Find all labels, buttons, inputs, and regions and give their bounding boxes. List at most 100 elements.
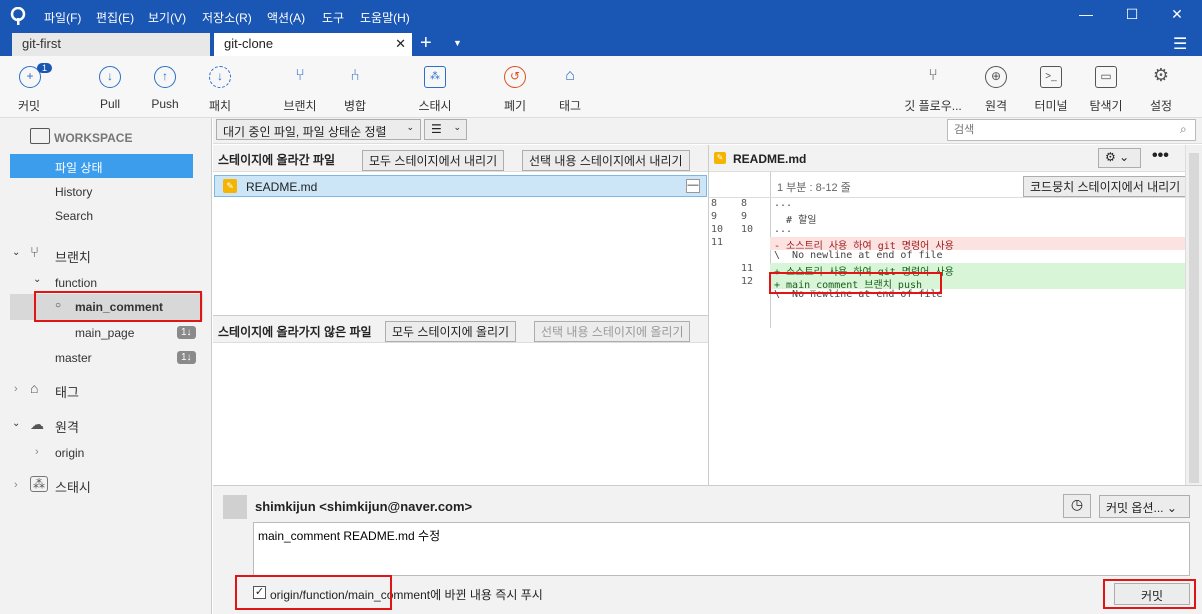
fetch-label: 패치 xyxy=(208,99,232,113)
sidebar-item-search[interactable]: Search xyxy=(55,209,93,223)
fetch-button[interactable]: ↓ 패치 xyxy=(195,66,245,114)
unstage-selected-button[interactable]: 선택 내용 스테이지에서 내리기 xyxy=(522,150,690,171)
sidebar-item-history[interactable]: History xyxy=(55,185,92,199)
diff-new-line-number: 9 xyxy=(741,211,748,222)
menu-view[interactable]: 보기(V) xyxy=(148,9,186,26)
stash-icon: ⁂ xyxy=(424,66,446,88)
tab-bar: git-first git-clone ✕ + ▼ ☰ xyxy=(0,32,1202,56)
tab-dropdown-icon[interactable]: ▼ xyxy=(453,38,462,48)
minimize-icon[interactable]: — xyxy=(1076,6,1096,26)
sidebar-item-master[interactable]: master xyxy=(55,351,92,365)
sidebar-item-main-page[interactable]: main_page xyxy=(75,326,134,340)
fetch-icon: ↓ xyxy=(209,66,231,88)
chevron-right-icon[interactable]: › xyxy=(35,446,39,458)
staged-file-row[interactable]: ✎ README.md — xyxy=(214,175,707,197)
settings-button[interactable]: ⚙ 설정 xyxy=(1136,66,1186,114)
branch-icon: ⑂ xyxy=(30,244,40,261)
sidebar-folder-function[interactable]: function xyxy=(55,276,97,290)
diff-old-line-number: 10 xyxy=(711,224,724,235)
chevron-down-icon[interactable]: ⌄ xyxy=(33,274,41,285)
menu-help[interactable]: 도움말(H) xyxy=(360,9,410,26)
sort-dropdown-label: 대기 중인 파일, 파일 상태순 정렬 xyxy=(223,125,387,139)
more-options-icon[interactable]: ••• xyxy=(1152,147,1169,165)
unstage-hunk-button[interactable]: 코드뭉치 스테이지에서 내리기 xyxy=(1023,176,1188,197)
tag-button[interactable]: ⌂ 태그 xyxy=(545,66,595,114)
sort-dropdown[interactable]: 대기 중인 파일, 파일 상태순 정렬 ⌄ xyxy=(216,119,421,140)
menu-repository[interactable]: 저장소(R) xyxy=(202,9,252,26)
unstage-file-button[interactable]: — xyxy=(686,179,700,193)
sidebar-item-origin[interactable]: origin xyxy=(55,446,84,460)
terminal-button[interactable]: >_ 터미널 xyxy=(1026,66,1076,114)
behind-count-badge: 1↓ xyxy=(177,326,196,339)
stage-selected-button: 선택 내용 스테이지에 올리기 xyxy=(534,321,691,342)
sidebar-branches-header[interactable]: 브랜치 xyxy=(55,247,91,266)
commit-message-input[interactable]: main_comment README.md 수정 xyxy=(253,522,1190,576)
unstaged-header: 스테이지에 올라가지 않은 파일 모두 스테이지에 올리기 선택 내용 스테이지… xyxy=(213,315,708,343)
search-input[interactable] xyxy=(947,119,1196,141)
push-icon: ↑ xyxy=(154,66,176,88)
menu-edit[interactable]: 편집(E) xyxy=(96,9,134,26)
explorer-button[interactable]: ▭ 탐색기 xyxy=(1081,66,1131,114)
chevron-right-icon[interactable]: › xyxy=(14,383,18,395)
chevron-down-icon[interactable]: ⌄ xyxy=(12,247,20,258)
diff-new-line-number: 12 xyxy=(741,276,754,287)
tab-git-clone[interactable]: git-clone ✕ xyxy=(214,33,412,56)
discard-button[interactable]: ↺ 폐기 xyxy=(490,66,540,114)
sidebar-tags-header[interactable]: 태그 xyxy=(55,382,79,401)
commit-author: shimkijun <shimkijun@naver.com> xyxy=(255,499,473,514)
gitflow-button[interactable]: ⑂ 깃 플로우... xyxy=(900,66,966,114)
diff-line-ctx[interactable]: # 할일 xyxy=(770,211,1185,226)
terminal-icon: >_ xyxy=(1040,66,1062,88)
tab-git-first[interactable]: git-first xyxy=(12,33,210,56)
pull-button[interactable]: ↓ Pull xyxy=(85,66,135,111)
pull-icon: ↓ xyxy=(99,66,121,88)
sidebar-remotes-header[interactable]: 원격 xyxy=(55,417,79,436)
diff-file-name: README.md xyxy=(733,152,807,166)
sidebar-item-file-status[interactable]: 파일 상태 xyxy=(10,154,193,178)
discard-icon: ↺ xyxy=(504,66,526,88)
sidebar-stashes-header[interactable]: 스태시 xyxy=(55,477,91,496)
commit-options-dropdown[interactable]: 커밋 옵션... ⌄ xyxy=(1099,495,1190,518)
chevron-right-icon[interactable]: › xyxy=(14,479,18,491)
unstage-all-button[interactable]: 모두 스테이지에서 내리기 xyxy=(362,150,505,171)
diff-new-line-number: 10 xyxy=(741,224,754,235)
highlight-box xyxy=(1103,579,1196,609)
view-mode-dropdown[interactable]: ☰ ⌄ xyxy=(424,119,467,140)
diff-line-del[interactable]: - 소스트리 사용 하여 git 명령어 사용 xyxy=(770,237,1185,252)
remote-button[interactable]: ⊕ 원격 xyxy=(971,66,1021,114)
menu-tools[interactable]: 도구 xyxy=(322,9,344,26)
highlight-box xyxy=(769,272,942,294)
vertical-scrollbar[interactable] xyxy=(1185,145,1202,485)
diff-options-dropdown[interactable]: ⚙ ⌄ xyxy=(1098,148,1141,168)
close-icon[interactable]: ✕ xyxy=(1167,6,1187,26)
history-clock-icon[interactable]: ◷ xyxy=(1063,494,1091,518)
maximize-icon[interactable]: ☐ xyxy=(1122,6,1142,26)
commit-toolbar-button[interactable]: + 1 커밋 xyxy=(5,63,55,114)
diff-line-ctx[interactable]: \ No newline at end of file xyxy=(770,250,1185,263)
cloud-icon: ☁ xyxy=(30,416,44,432)
tab-close-icon[interactable]: ✕ xyxy=(395,36,406,52)
scrollbar-thumb[interactable] xyxy=(1189,153,1199,483)
stash-icon: ⁂ xyxy=(30,476,48,492)
commit-label: 커밋 xyxy=(18,99,41,113)
stash-button[interactable]: ⁂ 스태시 xyxy=(410,66,460,114)
sidebar: WORKSPACE 파일 상태 History Search ⌄ ⑂ 브랜치 ⌄… xyxy=(0,118,212,614)
settings-label: 설정 xyxy=(1149,99,1173,113)
menu-file[interactable]: 파일(F) xyxy=(44,9,81,26)
chevron-down-icon[interactable]: ⌄ xyxy=(12,418,20,429)
stage-all-button[interactable]: 모두 스테이지에 올리기 xyxy=(385,321,517,342)
merge-button[interactable]: ⑃ 병합 xyxy=(330,66,380,114)
remote-label: 원격 xyxy=(984,99,1008,113)
menu-actions[interactable]: 액션(A) xyxy=(267,9,305,26)
diff-line-ctx[interactable]: ... xyxy=(770,224,1185,237)
diff-line-ctx[interactable]: ... xyxy=(770,198,1185,211)
branch-icon: ⑂ xyxy=(295,67,305,84)
gitflow-label: 깃 플로우... xyxy=(904,99,962,113)
gear-icon: ⚙ xyxy=(1105,150,1116,164)
sidebar-item-label: 파일 상태 xyxy=(55,161,103,175)
push-button[interactable]: ↑ Push xyxy=(140,66,190,111)
branch-button[interactable]: ⑂ 브랜치 xyxy=(275,66,325,114)
behind-count-badge: 1↓ xyxy=(177,351,196,364)
hamburger-menu-icon[interactable]: ☰ xyxy=(1173,34,1187,54)
new-tab-icon[interactable]: + xyxy=(420,32,432,55)
